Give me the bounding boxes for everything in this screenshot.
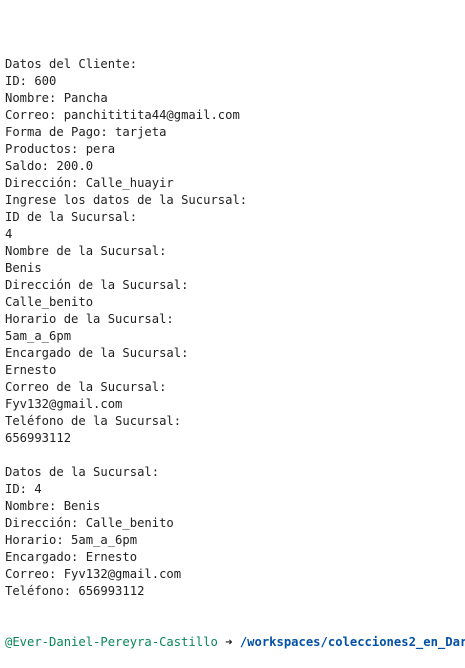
prompt-user: @Ever-Daniel-Pereyra-Castillo (5, 635, 218, 649)
terminal-prompt: @Ever-Daniel-Pereyra-Castillo ➜ /workspa… (5, 634, 465, 651)
terminal-line: Productos: pera (5, 142, 116, 156)
terminal-line: Fyv132@gmail.com (5, 397, 123, 411)
terminal-line: 656993112 (5, 431, 72, 445)
terminal-line: 4 (5, 227, 13, 241)
terminal-line: Datos de la Sucursal: (5, 465, 160, 479)
terminal-line: Nombre: Pancha (5, 91, 108, 105)
terminal-line: Horario de la Sucursal: (5, 312, 174, 326)
terminal-line: Teléfono: 656993112 (5, 584, 145, 598)
terminal-line: Calle_benito (5, 295, 94, 309)
terminal-lines: Datos del Cliente: ID: 600 Nombre: Pancha C… (5, 56, 465, 600)
terminal-line: Forma de Pago: tarjeta (5, 125, 167, 139)
terminal-line: Datos del Cliente: (5, 57, 138, 71)
terminal-line: Correo: Fyv132@gmail.com (5, 567, 182, 581)
terminal-line: Horario: 5am_a_6pm (5, 533, 138, 547)
prompt-path: /workspaces/colecciones2_en_Dart (239, 635, 465, 649)
terminal-line: Nombre de la Sucursal: (5, 244, 167, 258)
terminal-line: Dirección: Calle_huayir (5, 176, 174, 190)
terminal-line: Correo de la Sucursal: (5, 380, 167, 394)
terminal-line: Teléfono de la Sucursal: (5, 414, 182, 428)
terminal-line: ID: 4 (5, 482, 42, 496)
terminal-line: Nombre: Benis (5, 499, 101, 513)
terminal-line: 5am_a_6pm (5, 329, 72, 343)
terminal-line: Dirección: Calle_benito (5, 516, 174, 530)
prompt-arrow-icon: ➜ (217, 635, 240, 649)
terminal-line: Encargado: Ernesto (5, 550, 138, 564)
terminal-line: Benis (5, 261, 42, 275)
terminal-line: Ernesto (5, 363, 57, 377)
terminal-line: ID de la Sucursal: (5, 210, 138, 224)
terminal-line: Encargado de la Sucursal: (5, 346, 189, 360)
terminal-line: Ingrese los datos de la Sucursal: (5, 193, 248, 207)
terminal-line: ID: 600 (5, 74, 57, 88)
terminal-output[interactable]: Datos del Cliente: ID: 600 Nombre: Pancha C… (5, 22, 465, 668)
terminal-line: Saldo: 200.0 (5, 159, 94, 173)
terminal-line: Correo: panchititita44@gmail.com (5, 108, 240, 122)
terminal-line: Dirección de la Sucursal: (5, 278, 189, 292)
